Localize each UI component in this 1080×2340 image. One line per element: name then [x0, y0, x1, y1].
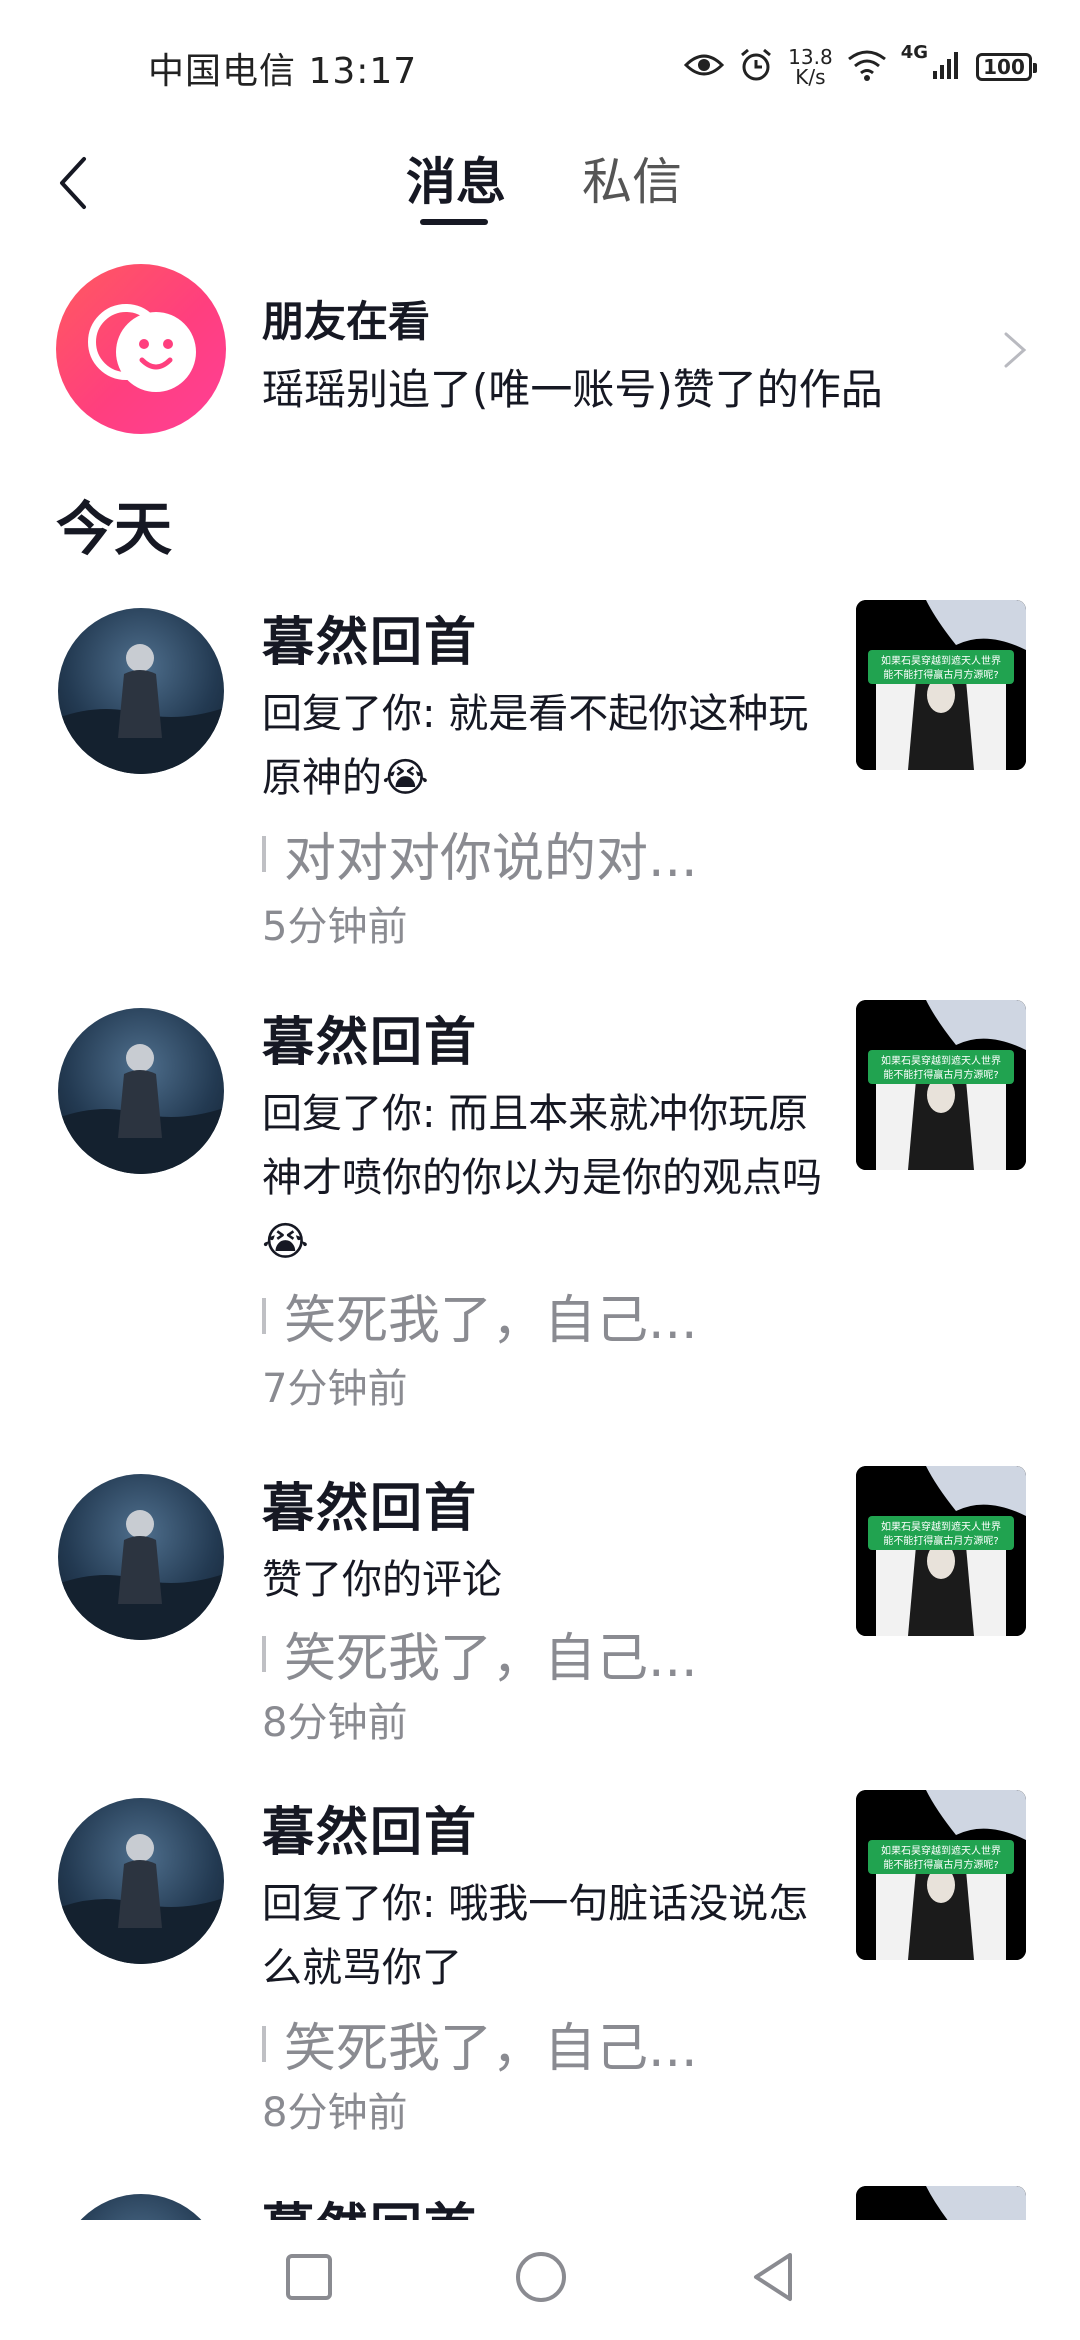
- avatar[interactable]: [58, 1798, 224, 1964]
- triangle-back-icon: [754, 2253, 792, 2301]
- video-thumbnail[interactable]: 如果石昊穿越到遮天人世界 能不能打得赢古月方源呢?: [856, 1000, 1026, 1170]
- quoted-comment: 笑死我了，自己...: [262, 1278, 698, 1353]
- alarm-icon: [738, 47, 774, 87]
- system-nav-bar: [0, 2220, 1080, 2340]
- username[interactable]: 暮然回首: [262, 1000, 478, 1075]
- thumbnail-caption-line2: 能不能打得赢古月方源呢?: [883, 668, 998, 681]
- timestamp: 7分钟前: [262, 1366, 408, 1412]
- notification-item[interactable]: 暮然回首: [0, 2186, 1080, 2220]
- signal-icon: [932, 50, 962, 84]
- friends-watching-subtitle: 瑶瑶别追了(唯一账号)赞了的作品: [262, 365, 883, 414]
- timestamp: 8分钟前: [262, 1700, 408, 1746]
- wifi-icon: [847, 49, 887, 85]
- thumbnail-caption-line2: 能不能打得赢古月方源呢?: [883, 1534, 998, 1547]
- recents-button[interactable]: [274, 2242, 344, 2312]
- video-thumbnail[interactable]: 如果石昊穿越到遮天人世界 能不能打得赢古月方源呢?: [856, 1790, 1026, 1960]
- carrier-time: 中国电信 13:17: [148, 51, 418, 92]
- eye-icon: [684, 51, 725, 83]
- network-type: 4G: [900, 42, 928, 63]
- screen: 中国电信 13:17 13.8 K/s 4G 100 消息 私信 朋友在看 瑶瑶…: [0, 0, 1080, 2340]
- avatar-figure-icon: [58, 644, 224, 774]
- thumbnail-caption-line2: 能不能打得赢古月方源呢?: [883, 1858, 998, 1871]
- friends-avatar: [56, 264, 226, 434]
- top-nav: 消息 私信: [0, 130, 1080, 240]
- quoted-comment-text: 对对对你说的对...: [284, 829, 698, 889]
- action-text: 回复了你: 哦我一句脏话没说怎么就骂你了: [262, 1881, 809, 1991]
- thumbnail-caption-line1: 如果石昊穿越到遮天人世界: [881, 1520, 1001, 1533]
- section-title-today: 今天: [56, 495, 173, 563]
- quoted-comment: 笑死我了，自己...: [262, 1616, 698, 1691]
- thumbnail-caption-line1: 如果石昊穿越到遮天人世界: [881, 1054, 1001, 1067]
- thumbnail-caption-line1: 如果石昊穿越到遮天人世界: [881, 654, 1001, 667]
- smiley-bubble-icon: [88, 304, 196, 392]
- action-text: 回复了你: 而且本来就冲你玩原神才喷你的你以为是你的观点吗😭: [262, 1091, 822, 1265]
- status-icons: 13.8 K/s 4G 100: [684, 42, 1037, 92]
- battery-level: 100: [983, 55, 1025, 79]
- timestamp: 8分钟前: [262, 2090, 408, 2136]
- avatar-figure-icon: [58, 1510, 224, 1640]
- quote-bar: [262, 1297, 266, 1334]
- friends-watching-title: 朋友在看: [262, 297, 431, 346]
- thumbnail-image: 如果石昊穿越到遮天人世界 能不能打得赢古月方源呢?: [856, 1000, 1026, 1170]
- chevron-right-icon: [1004, 332, 1027, 368]
- net-speed: 13.8 K/s: [788, 47, 833, 87]
- thumbnail-caption-line1: 如果石昊穿越到遮天人世界: [881, 1844, 1001, 1857]
- net-speed-unit: K/s: [795, 65, 826, 89]
- thumbnail-image: 如果石昊穿越到遮天人世界 能不能打得赢古月方源呢?: [856, 1466, 1026, 1636]
- friends-watching-row[interactable]: 朋友在看 瑶瑶别追了(唯一账号)赞了的作品: [0, 262, 1080, 438]
- avatar-figure-icon: [58, 1834, 224, 1964]
- circle-icon: [516, 2252, 566, 2302]
- avatar[interactable]: [58, 1474, 224, 1640]
- battery-icon: 100: [976, 53, 1037, 81]
- notification-item[interactable]: 暮然回首 回复了你: 哦我一句脏话没说怎么就骂你了 笑死我了，自己... 8分钟…: [0, 1790, 1080, 2150]
- tab-direct-messages[interactable]: 私信: [582, 142, 682, 214]
- action-text: 回复了你: 就是看不起你这种玩原神的😭: [262, 691, 809, 801]
- username[interactable]: 暮然回首: [262, 1466, 478, 1541]
- quote-bar: [262, 835, 266, 872]
- quoted-comment-text: 笑死我了，自己...: [284, 1629, 698, 1689]
- username[interactable]: 暮然回首: [262, 2186, 478, 2220]
- avatar[interactable]: [58, 2194, 224, 2220]
- avatar-figure-icon: [58, 2194, 224, 2220]
- action-text: 赞了你的评论: [262, 1557, 502, 1603]
- thumbnail-caption-line2: 能不能打得赢古月方源呢?: [883, 1068, 998, 1081]
- thumbnail-image: [856, 2186, 1026, 2220]
- quote-bar: [262, 2025, 266, 2062]
- status-bar: 中国电信 13:17 13.8 K/s 4G 100: [0, 0, 1080, 130]
- video-thumbnail[interactable]: 如果石昊穿越到遮天人世界 能不能打得赢古月方源呢?: [856, 1466, 1026, 1636]
- notification-item[interactable]: 暮然回首 赞了你的评论 笑死我了，自己... 8分钟前 如果石昊穿越到遮天人世界…: [0, 1466, 1080, 1766]
- avatar[interactable]: [58, 608, 224, 774]
- home-button[interactable]: [506, 2242, 576, 2312]
- video-thumbnail[interactable]: 如果石昊穿越到遮天人世界 能不能打得赢古月方源呢?: [856, 600, 1026, 770]
- avatar-figure-icon: [58, 1044, 224, 1174]
- tab-messages[interactable]: 消息: [406, 142, 506, 214]
- notification-item[interactable]: 暮然回首 回复了你: 就是看不起你这种玩原神的😭 对对对你说的对... 5分钟前…: [0, 600, 1080, 980]
- thumbnail-image: 如果石昊穿越到遮天人世界 能不能打得赢古月方源呢?: [856, 1790, 1026, 1960]
- timestamp: 5分钟前: [262, 904, 408, 950]
- avatar[interactable]: [58, 1008, 224, 1174]
- quoted-comment-text: 笑死我了，自己...: [284, 2019, 698, 2079]
- notification-item[interactable]: 暮然回首 回复了你: 而且本来就冲你玩原神才喷你的你以为是你的观点吗😭 笑死我了…: [0, 1000, 1080, 1440]
- net-speed-value: 13.8: [788, 45, 833, 69]
- quote-bar: [262, 1635, 266, 1672]
- back-arrow-icon: [60, 157, 86, 209]
- square-icon: [286, 2254, 332, 2300]
- quoted-comment: 对对对你说的对...: [262, 816, 698, 891]
- username[interactable]: 暮然回首: [262, 600, 478, 675]
- back-nav-button[interactable]: [738, 2242, 808, 2312]
- back-button[interactable]: [48, 148, 98, 218]
- quoted-comment-text: 笑死我了，自己...: [284, 1291, 698, 1351]
- username[interactable]: 暮然回首: [262, 1790, 478, 1865]
- thumbnail-image: 如果石昊穿越到遮天人世界 能不能打得赢古月方源呢?: [856, 600, 1026, 770]
- active-tab-indicator: [420, 219, 488, 225]
- quoted-comment: 笑死我了，自己...: [262, 2006, 698, 2081]
- video-thumbnail[interactable]: [856, 2186, 1026, 2220]
